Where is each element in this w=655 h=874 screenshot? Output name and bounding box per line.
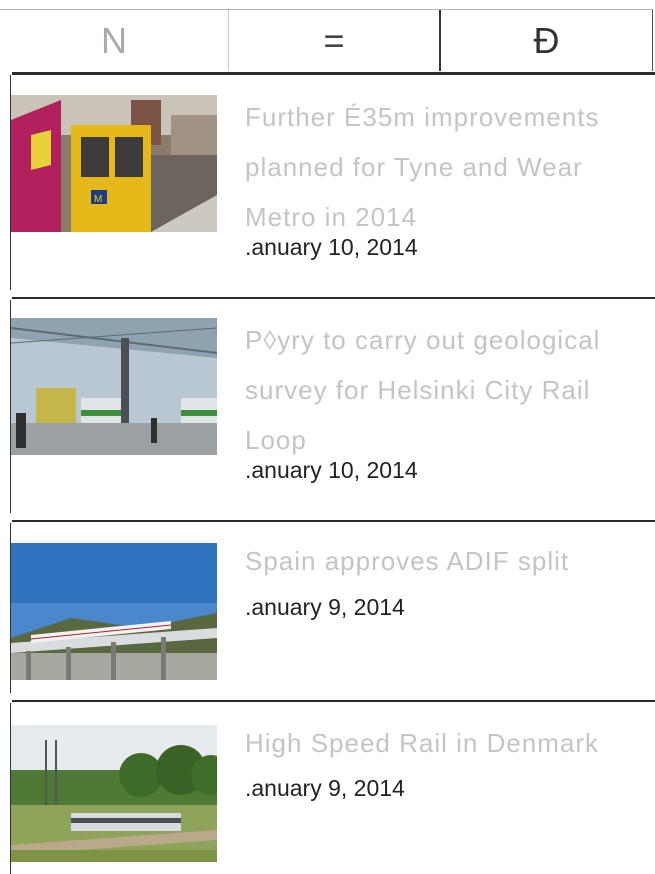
tab-d[interactable]: Đ	[439, 10, 652, 71]
article-thumbnail[interactable]: M	[11, 95, 217, 232]
article-title[interactable]: High Speed Rail in Denmark	[245, 718, 645, 768]
article-date: .anuary 10, 2014	[245, 457, 418, 483]
article-thumbnail[interactable]	[11, 725, 217, 862]
divider	[12, 700, 655, 702]
tab-bar-divider	[12, 72, 655, 75]
article-date: .anuary 9, 2014	[245, 775, 405, 801]
tab-menu[interactable]: =	[228, 10, 439, 71]
divider	[12, 297, 655, 299]
article-thumbnail[interactable]	[11, 543, 217, 680]
article-title[interactable]: Further É35m improvements planned for Ty…	[245, 92, 645, 242]
article-date: .anuary 10, 2014	[245, 234, 418, 260]
divider	[12, 520, 655, 522]
article-date: .anuary 9, 2014	[245, 594, 405, 620]
tab-bar: N = Đ	[0, 9, 653, 71]
article-thumbnail[interactable]	[11, 318, 217, 455]
svg-text:M: M	[94, 194, 102, 205]
article-title[interactable]: P◊yry to carry out geological survey for…	[245, 315, 645, 465]
tab-n[interactable]: N	[0, 10, 228, 71]
article-title[interactable]: Spain approves ADIF split	[245, 536, 645, 586]
